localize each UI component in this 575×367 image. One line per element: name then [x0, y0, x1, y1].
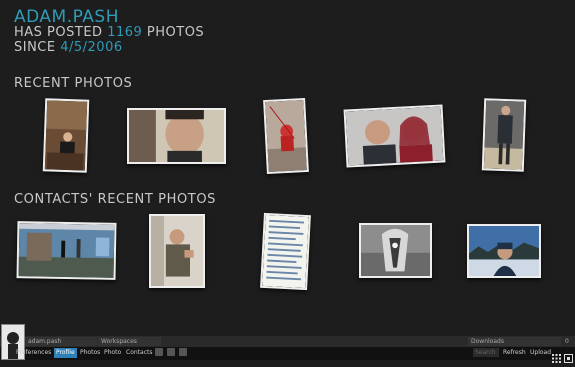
recent-photo-1[interactable] [42, 98, 90, 173]
since-date[interactable]: 4/5/2006 [60, 40, 122, 55]
dock-workspaces[interactable]: Workspaces [98, 337, 161, 346]
upload-button[interactable]: Upload [530, 348, 551, 358]
posted-suffix: PHOTOS [142, 25, 205, 40]
tab-contacts[interactable]: Contacts [124, 348, 154, 358]
contact-photo-5[interactable] [467, 224, 541, 278]
contact-photo-4[interactable] [359, 223, 432, 278]
contact-photo-2[interactable] [149, 214, 205, 288]
contact-photo-3[interactable] [260, 212, 311, 291]
search-input[interactable]: Search [473, 348, 499, 357]
face-icon[interactable] [179, 348, 187, 356]
dock-downloads[interactable]: Downloads [468, 337, 561, 346]
tab-photos[interactable]: Photos [78, 348, 102, 358]
dock-username[interactable]: adam.pash [25, 337, 97, 346]
recent-photos-title: RECENT PHOTOS [14, 76, 133, 91]
downloads-count: 0 [565, 338, 569, 345]
recent-photo-4[interactable] [343, 104, 446, 168]
posted-line: HAS POSTED 1169 PHOTOS [14, 25, 204, 40]
posted-prefix: HAS POSTED [14, 25, 108, 40]
tab-preferences[interactable]: Preferences [14, 348, 53, 358]
recent-photo-3[interactable] [263, 97, 309, 175]
refresh-button[interactable]: Refresh [503, 348, 526, 358]
tab-photo[interactable]: Photo [102, 348, 123, 358]
recent-photo-2[interactable] [127, 108, 226, 164]
contacts-photos-title: CONTACTS' RECENT PHOTOS [14, 192, 217, 207]
username[interactable]: ADAM.PASH [14, 9, 204, 26]
fullscreen-icon[interactable] [564, 348, 573, 363]
photo-count[interactable]: 1169 [107, 25, 142, 40]
tab-profile[interactable]: Profile [54, 348, 77, 358]
recent-photo-5[interactable] [481, 98, 527, 172]
grid-view-icon[interactable] [552, 348, 561, 363]
face-icon[interactable] [167, 348, 175, 356]
since-line: SINCE 4/5/2006 [14, 40, 204, 55]
face-icon[interactable] [155, 348, 163, 356]
profile-header: ADAM.PASH HAS POSTED 1169 PHOTOS SINCE 4… [14, 9, 204, 56]
contact-photo-1[interactable] [16, 221, 117, 280]
since-prefix: SINCE [14, 40, 61, 55]
